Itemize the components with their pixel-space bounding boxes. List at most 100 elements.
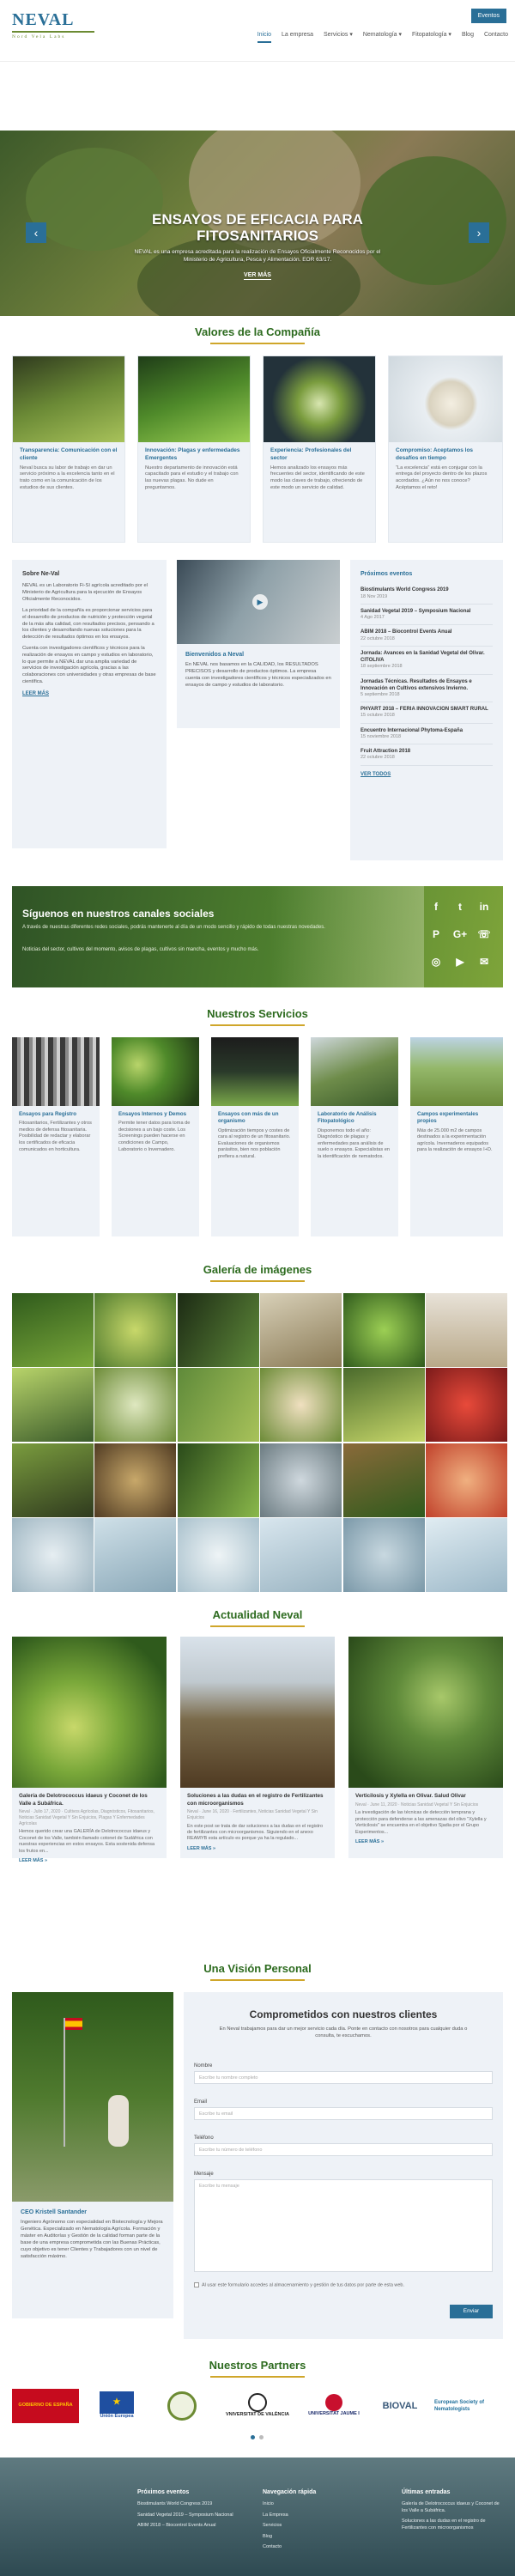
partner-logo-gobierno[interactable]: GOBIERNO DE ESPAÑA [12,2389,79,2423]
valor-card[interactable]: Transparencia: Comunicación con el clien… [12,355,125,543]
email-input[interactable]: Escribe tu email [194,2107,493,2120]
footer-link[interactable]: Sanidad Vegetal 2019 – Symposium Naciona… [137,2512,249,2518]
sobre-more-link[interactable]: LEER MÁS [22,691,49,696]
slider-next-button[interactable]: › [469,222,489,243]
message-textarea[interactable]: Escribe tu mensaje [194,2179,493,2272]
nav-inicio[interactable]: Inicio [257,31,272,44]
valores-title: Valores de la Compañía [0,325,515,344]
servicio-card[interactable]: Laboratorio de Análisis Fitopatológico D… [311,1037,398,1236]
send-button[interactable]: Enviar [450,2305,493,2318]
nav-contacto[interactable]: Contacto [484,31,508,43]
footer-link[interactable]: Biostimulants World Congress 2019 [137,2501,249,2507]
carousel-dot-active[interactable] [251,2435,255,2439]
gallery-image[interactable] [342,1443,425,1517]
news-card[interactable]: Galería de Delotrococcus idaeus y Cocone… [12,1637,167,1863]
gallery-image[interactable] [342,1293,425,1367]
valor-card[interactable]: Innovación: Plagas y enfermedades Emerge… [137,355,251,543]
evento-item[interactable]: Encuentro Internacional Phytoma-España 15… [360,724,493,745]
footer-link[interactable]: Galería de Delotrococcus idaeus y Cocone… [402,2501,503,2514]
gallery-image[interactable] [12,1368,94,1443]
servicio-card[interactable]: Ensayos con más de un organismo Optimiza… [211,1037,299,1236]
evento-item[interactable]: ABIM 2018 – Biocontrol Events Anual 22 oc… [360,625,493,647]
gallery-image[interactable] [342,1518,425,1593]
twitter-icon[interactable]: t [451,898,469,915]
partner-logo-ue[interactable]: ★ Unión Europea [91,2389,142,2423]
servicio-card[interactable]: Ensayos para Registro Fitosanitarios, Fe… [12,1037,100,1236]
whatsapp-icon[interactable]: ☏ [476,926,493,943]
partner-name: VNIVERSITAT DE VALÈNCIA [226,2412,289,2418]
evento-item[interactable]: Jornadas Técnicas. Resultados de Ensayos… [360,675,493,703]
gallery-image[interactable] [177,1368,259,1443]
nav-fitopatologia[interactable]: Fitopatología ▾ [412,31,451,43]
gallery-image[interactable] [426,1293,507,1367]
footer-link[interactable]: Servicios [263,2523,357,2529]
gallery-image[interactable] [177,1443,259,1517]
news-more-link[interactable]: LEER MÁS » [180,1843,335,1856]
name-input[interactable]: Escribe tu nombre completo [194,2071,493,2084]
gallery-image[interactable] [260,1443,342,1517]
gallery-image[interactable] [260,1368,342,1443]
news-card[interactable]: Soluciones a las dudas en el registro de… [180,1637,335,1858]
gallery-image[interactable] [12,1293,94,1367]
eventos-button[interactable]: Eventos [470,9,506,24]
phone-input[interactable]: Escribe tu número de teléfono [194,2143,493,2156]
servicio-card[interactable]: Campos experimentales propios Más de 25.… [410,1037,503,1236]
consent-checkbox[interactable] [194,2282,199,2287]
gallery-image[interactable] [94,1443,177,1517]
gallery-image[interactable] [177,1518,259,1593]
consent-row[interactable]: Al usar este formulario accedes al almac… [194,2282,404,2289]
news-more-link[interactable]: LEER MÁS » [348,1836,503,1849]
nav-blog[interactable]: Blog [462,31,474,43]
nav-empresa[interactable]: La empresa [282,31,313,43]
evento-item[interactable]: Biostimulants World Congress 2019 18 Nov … [360,583,493,605]
gallery-image[interactable] [426,1443,507,1517]
carousel-dot[interactable] [259,2435,264,2439]
footer-link[interactable]: Blog [263,2534,357,2540]
instagram-icon[interactable]: ◎ [427,953,445,970]
youtube-icon[interactable]: ▶ [451,953,469,970]
footer-link[interactable]: ABIM 2018 – Biocontrol Events Anual [137,2523,249,2529]
google-plus-icon[interactable]: G+ [451,926,469,943]
eventos-more-link[interactable]: VER TODOS [360,772,391,777]
gallery-image[interactable] [94,1368,177,1443]
gallery-image[interactable] [94,1518,177,1593]
valor-card[interactable]: Experiencia: Profesionales del sector He… [263,355,376,543]
evento-item[interactable]: PHYART 2018 – FERIA INNOVACION SMART RUR… [360,702,493,724]
footer-link[interactable]: Soluciones a las dudas en el registro de… [402,2518,503,2531]
gallery-image[interactable] [426,1518,507,1593]
evento-item[interactable]: Jornada: Avances en la Sanidad Vegetal d… [360,647,493,675]
slider-prev-button[interactable]: ‹ [26,222,46,243]
email-icon[interactable]: ✉ [476,953,493,970]
pinterest-icon[interactable]: P [427,926,445,943]
gallery-image[interactable] [177,1293,259,1367]
gallery-image[interactable] [94,1293,177,1367]
hero-more-link[interactable]: VER MÁS [244,271,271,280]
evento-item[interactable]: Sanidad Vegetal 2019 – Symposium Naciona… [360,605,493,626]
play-icon[interactable]: ▶ [252,594,268,610]
partner-logo-esn[interactable]: European Society of Nematologists [434,2389,503,2423]
gallery-image[interactable] [260,1518,342,1593]
news-more-link[interactable]: LEER MÁS » [12,1855,167,1868]
bienvenidos-video[interactable]: ▶ [177,560,340,644]
servicio-card[interactable]: Ensayos Internos y Demos Permite tener d… [112,1037,199,1236]
gallery-image[interactable] [342,1368,425,1443]
linkedin-icon[interactable]: in [476,898,493,915]
partner-logo-bioval[interactable]: BIOVAL [373,2389,427,2423]
partner-logo-seal[interactable] [158,2389,206,2423]
gallery-image[interactable] [260,1293,342,1367]
footer-link[interactable]: Inicio [263,2501,357,2507]
facebook-icon[interactable]: f [427,898,445,915]
footer-link[interactable]: Contacto [263,2544,357,2550]
footer-link[interactable]: La Empresa [263,2512,357,2518]
partner-logo-uji[interactable]: UNIVERSITAT JAUME I [302,2389,366,2423]
news-card[interactable]: Verticilosis y Xylella en Olivar. Salud … [348,1637,503,1858]
gallery-image[interactable] [12,1518,94,1593]
valor-card[interactable]: Compromiso: Aceptamos los desafíos en ti… [388,355,503,543]
gallery-image[interactable] [426,1368,507,1443]
nav-servicios[interactable]: Servicios ▾ [324,31,353,43]
gallery-image[interactable] [12,1443,94,1517]
evento-item[interactable]: Fruit Attraction 2018 22 octubre 2018 [360,744,493,766]
partner-logo-uv[interactable]: VNIVERSITAT DE VALÈNCIA [221,2389,294,2423]
site-logo[interactable]: NEVAL Nord Vela Labs [12,10,105,53]
nav-nematologia[interactable]: Nematología ▾ [363,31,402,43]
